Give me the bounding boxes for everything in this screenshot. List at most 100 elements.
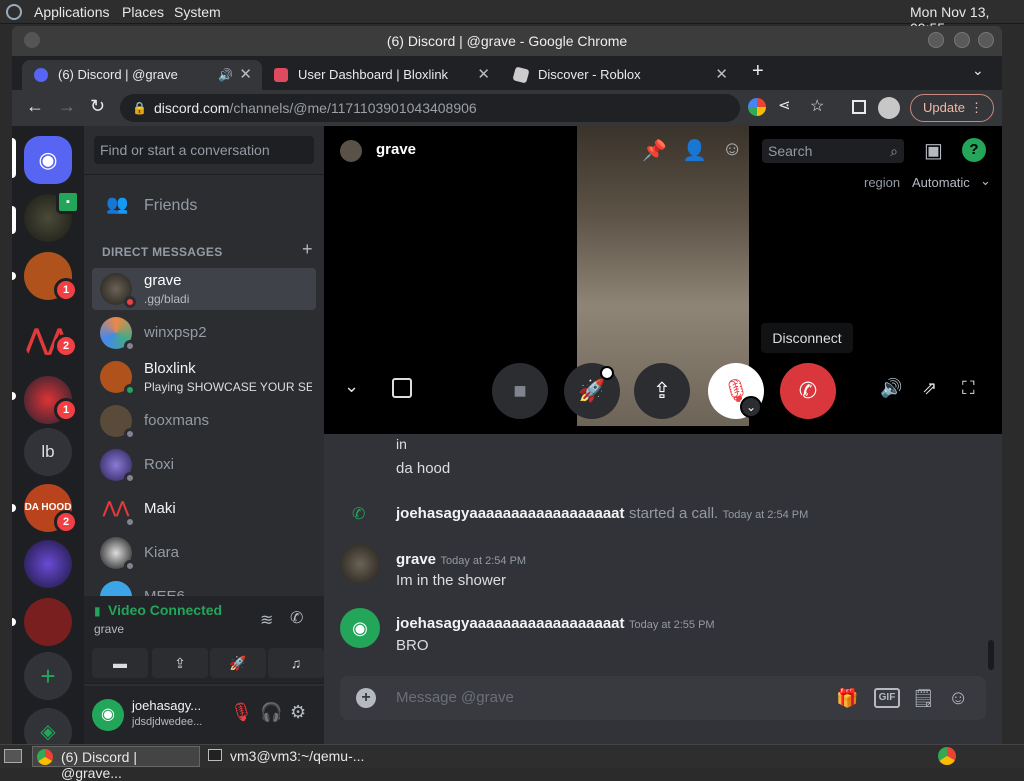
share-screen-button[interactable]: ⇪ xyxy=(152,648,208,678)
activities-button[interactable]: 🚀 xyxy=(210,648,266,678)
menu-applications[interactable]: Applications xyxy=(34,4,110,20)
dm-item-fooxmans[interactable]: fooxmans xyxy=(92,400,316,442)
menu-places[interactable]: Places xyxy=(122,4,164,20)
tab-search-chevron-icon[interactable]: ⌄ xyxy=(972,62,984,79)
message-input[interactable]: + Message @grave 🎁 GIF 🗒 ☺ xyxy=(340,676,986,720)
google-icon[interactable] xyxy=(748,98,766,116)
discord-home-icon[interactable]: ◉ xyxy=(24,136,72,184)
bookmark-star-icon[interactable]: ☆ xyxy=(810,96,824,116)
message-author[interactable]: grave xyxy=(396,551,436,568)
region-chevron-icon[interactable]: ⌄ xyxy=(980,173,991,189)
add-friend-icon[interactable]: 👤 xyxy=(682,138,707,163)
friends-item[interactable]: 👥 Friends xyxy=(92,186,316,228)
dm-item-roxi[interactable]: Roxi xyxy=(92,444,316,486)
dm-item-grave[interactable]: grave .gg/bladi xyxy=(92,268,316,310)
disconnect-button[interactable]: ✆ xyxy=(780,363,836,419)
volume-icon[interactable]: 🔊 xyxy=(880,378,902,399)
message-avatar[interactable] xyxy=(340,544,380,584)
dm-search-input[interactable]: Find or start a conversation xyxy=(94,136,314,164)
update-button[interactable]: Update ⋮ xyxy=(910,94,994,122)
tray-chrome-icon[interactable] xyxy=(938,747,956,765)
noise-suppression-icon[interactable]: ≋ xyxy=(260,610,273,630)
close-tab-icon[interactable]: ✕ xyxy=(715,60,728,90)
close-tab-icon[interactable]: ✕ xyxy=(477,60,490,90)
add-server-icon[interactable]: + xyxy=(24,652,72,700)
server-south-icon[interactable] xyxy=(24,540,72,588)
message-author[interactable]: joehasagyaaaaaaaaaaaaaaaaaat xyxy=(396,615,625,632)
tab-label: Discover - Roblox xyxy=(538,67,641,82)
fullscreen-icon[interactable]: ⛶ xyxy=(962,378,975,399)
taskbar-item-chrome[interactable]: (6) Discord | @grave... xyxy=(32,746,200,781)
user-name[interactable]: joehasagy... xyxy=(132,698,201,713)
close-window-button[interactable] xyxy=(978,32,994,48)
audio-playing-icon[interactable]: 🔊 xyxy=(218,60,233,90)
menu-system[interactable]: System xyxy=(174,4,221,20)
disconnect-call-icon[interactable]: ✆ xyxy=(290,608,303,628)
tab-roblox[interactable]: Discover - Roblox ✕ xyxy=(502,60,738,90)
minimize-button[interactable] xyxy=(928,32,944,48)
mute-options-chevron-icon[interactable]: ⌄ xyxy=(740,396,762,418)
dm-name: Kiara xyxy=(144,544,180,561)
collapse-chevron-icon[interactable]: ⌄ xyxy=(344,376,359,397)
window-menu-icon[interactable] xyxy=(24,32,40,48)
explore-compass-icon[interactable]: ◈ xyxy=(24,708,72,744)
headphones-icon[interactable]: 🎧 xyxy=(260,702,282,723)
tab-discord[interactable]: (6) Discord | @grave 🔊 ✕ xyxy=(22,60,262,90)
camera-button[interactable]: ■ xyxy=(492,363,548,419)
scrollbar-thumb[interactable] xyxy=(988,640,994,670)
back-icon[interactable]: ← xyxy=(26,96,44,117)
dm-item-winxpsp2[interactable]: winxpsp2 xyxy=(92,312,316,354)
close-tab-icon[interactable]: ✕ xyxy=(239,60,252,90)
server-red-icon[interactable] xyxy=(24,598,72,646)
sticker-icon[interactable]: 🗒 xyxy=(912,676,935,720)
show-desktop-icon[interactable] xyxy=(4,749,22,763)
online-status-icon xyxy=(124,384,136,396)
dm-status-text: Playing SHOWCASE YOUR SE... xyxy=(144,380,312,394)
popout-icon[interactable]: ⇗ xyxy=(922,378,937,399)
signal-icon[interactable]: ▮ xyxy=(94,604,101,618)
voice-status[interactable]: Video Connected xyxy=(108,602,222,618)
attach-plus-icon[interactable]: + xyxy=(356,688,376,708)
tab-bloxlink[interactable]: User Dashboard | Bloxlink ✕ xyxy=(262,60,500,90)
call-search-input[interactable]: Search ⌕ xyxy=(762,139,904,163)
side-panel-icon[interactable] xyxy=(852,100,866,114)
soundboard-icon[interactable] xyxy=(392,378,412,398)
inbox-icon[interactable]: ▣ xyxy=(924,138,943,163)
soundboard-button[interactable]: ♫ xyxy=(268,648,324,678)
dm-item-maki[interactable]: ⋀⋀ Maki xyxy=(92,488,316,530)
reload-icon[interactable]: ↻ xyxy=(90,96,105,117)
emoji-icon[interactable]: ☺ xyxy=(948,676,968,720)
mention-badge: 1 xyxy=(54,398,78,422)
region-select[interactable]: Automatic xyxy=(912,175,970,190)
profile-icon[interactable]: ☺ xyxy=(722,138,742,161)
dm-item-mee6[interactable]: MEE6 xyxy=(92,576,316,596)
pin-icon[interactable]: 📌 xyxy=(642,138,667,163)
os-logo-icon[interactable] xyxy=(6,4,22,20)
user-avatar[interactable]: ◉ xyxy=(92,699,124,731)
profile-avatar-icon[interactable] xyxy=(878,97,900,119)
screen-share-button[interactable]: ⇪ xyxy=(634,363,690,419)
server-lb-icon[interactable]: lb xyxy=(24,428,72,476)
new-tab-icon[interactable]: + xyxy=(752,60,764,83)
mute-mic-icon[interactable]: 🎙 xyxy=(230,702,253,723)
help-icon[interactable]: ? xyxy=(962,138,986,162)
discord-app: ◉ ▪ 1 ⋀⋀ 2 1 lb DA HOOD 2 + ◈ Find or st… xyxy=(12,126,1002,744)
share-icon[interactable]: ⋖ xyxy=(778,96,791,114)
dm-item-bloxlink[interactable]: Bloxlink Playing SHOWCASE YOUR SE... xyxy=(92,356,316,398)
dm-item-kiara[interactable]: Kiara xyxy=(92,532,316,574)
maximize-button[interactable] xyxy=(954,32,970,48)
forward-icon[interactable]: → xyxy=(58,96,76,117)
lock-icon[interactable]: 🔒 xyxy=(132,94,147,122)
voice-channel-name[interactable]: grave xyxy=(94,622,124,636)
system-message-user[interactable]: joehasagyaaaaaaaaaaaaaaaaaat xyxy=(396,505,625,522)
message-text: BRO xyxy=(396,637,429,654)
settings-gear-icon[interactable]: ⚙ xyxy=(290,702,306,723)
gift-icon[interactable]: 🎁 xyxy=(836,676,858,720)
user-tag[interactable]: jdsdjdwedee... xyxy=(132,716,202,728)
gif-button[interactable]: GIF xyxy=(874,688,900,708)
address-bar[interactable]: 🔒 discord.com/channels/@me/1171103901043… xyxy=(120,94,740,122)
message-avatar[interactable]: ◉ xyxy=(340,608,380,648)
video-toggle-button[interactable]: ▬ xyxy=(92,648,148,678)
taskbar-item-terminal[interactable]: vm3@vm3:~/qemu-... xyxy=(204,746,372,767)
create-dm-icon[interactable]: + xyxy=(302,239,313,260)
